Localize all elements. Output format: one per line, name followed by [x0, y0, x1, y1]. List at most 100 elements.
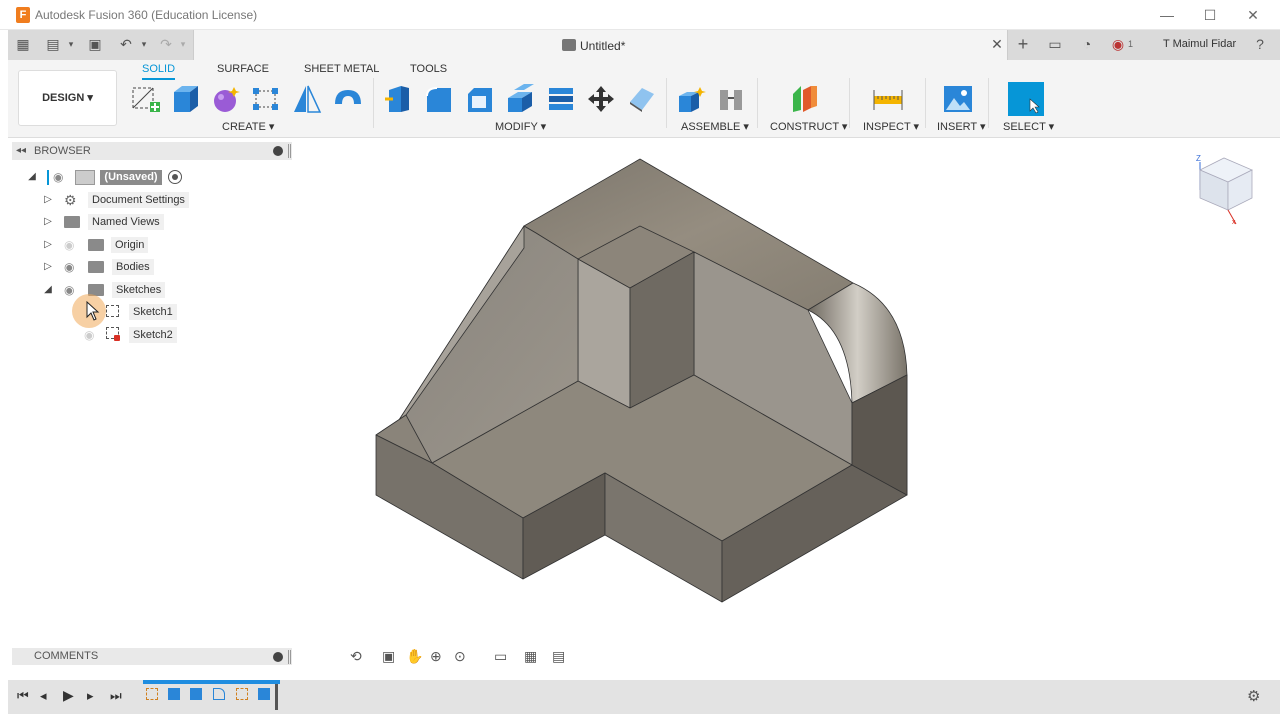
notifications-icon[interactable]: ◉ [1109, 35, 1127, 53]
grid-settings-icon[interactable]: ▦ [524, 648, 537, 665]
activate-radio-icon[interactable] [168, 170, 182, 184]
svg-text:x: x [1232, 219, 1236, 226]
go-to-end-icon[interactable]: ⏭ [110, 688, 122, 704]
maximize-button[interactable]: ☐ [1195, 5, 1225, 25]
timeline-extrude-icon[interactable] [258, 688, 270, 700]
tab-tools[interactable]: TOOLS [410, 63, 447, 75]
combine-icon[interactable] [545, 84, 577, 114]
browser-item-bodies[interactable]: Bodies [112, 259, 154, 275]
mouse-cursor-icon [86, 300, 100, 324]
play-icon[interactable]: ▶ [63, 687, 74, 704]
undo-icon[interactable]: ↶ [117, 35, 135, 53]
insert-menu[interactable]: INSERT ▾ [937, 120, 986, 133]
new-component-icon[interactable] [676, 84, 708, 114]
fusion-logo-icon: F [16, 7, 30, 23]
visibility-eye-icon[interactable]: ◉ [64, 261, 78, 273]
timeline-extrude-icon[interactable] [168, 688, 180, 700]
browser-options-icon[interactable] [273, 146, 283, 156]
minimize-button[interactable]: — [1152, 5, 1182, 25]
assemble-menu[interactable]: ASSEMBLE ▾ [681, 120, 749, 133]
look-at-icon[interactable]: ▣ [382, 648, 395, 665]
viewcube[interactable]: Z x [1190, 152, 1260, 228]
expand-triangle-icon[interactable]: ▷ [43, 261, 53, 273]
browser-item-sketch1[interactable]: Sketch1 [129, 304, 177, 320]
extrude-icon[interactable] [170, 84, 202, 114]
hidden-eye-icon[interactable]: ◉ [84, 329, 98, 341]
move-copy-icon[interactable] [585, 84, 617, 114]
timeline-sketch-icon[interactable] [146, 688, 158, 700]
collapse-triangle-icon[interactable]: ◢ [27, 171, 37, 183]
expand-triangle-icon[interactable]: ▷ [43, 216, 53, 228]
file-dropdown-icon[interactable]: ▾ [62, 35, 80, 53]
expand-triangle-icon[interactable]: ▷ [43, 194, 53, 206]
redo-dropdown-icon[interactable]: ▾ [174, 35, 192, 53]
delete-icon[interactable] [626, 84, 658, 114]
close-tab-icon[interactable]: ✕ [988, 35, 1006, 53]
step-back-icon[interactable]: ◂ [40, 688, 47, 704]
chamfer-icon[interactable] [464, 84, 496, 114]
panel-resize-handle[interactable] [288, 650, 291, 664]
orbit-icon[interactable]: ⟲ [350, 648, 362, 665]
job-status-icon[interactable]: ◔ [1078, 35, 1096, 53]
3d-model-viewport[interactable] [370, 155, 915, 605]
pan-icon[interactable]: ✋ [406, 648, 423, 665]
hidden-eye-icon[interactable]: ◉ [64, 239, 78, 251]
shell-icon[interactable] [504, 84, 536, 114]
timeline-extrude-icon[interactable] [190, 688, 202, 700]
timeline-sketch-icon[interactable] [236, 688, 248, 700]
inspect-menu[interactable]: INSPECT ▾ [863, 120, 919, 133]
user-account[interactable]: T Maimul Fidar [1163, 38, 1236, 50]
timeline-marker[interactable] [275, 684, 278, 710]
tab-sheet-metal[interactable]: SHEET METAL [304, 63, 379, 75]
create-menu[interactable]: CREATE ▾ [222, 120, 274, 133]
fit-icon[interactable]: ⊙ [454, 648, 466, 665]
chat-icon[interactable]: ▭ [1046, 35, 1064, 53]
construct-menu[interactable]: CONSTRUCT ▾ [770, 120, 847, 133]
collapse-triangle-icon[interactable]: ◢ [43, 284, 53, 296]
insert-image-icon[interactable] [942, 84, 974, 114]
browser-item-sketch2[interactable]: Sketch2 [129, 327, 177, 343]
app-grid-icon[interactable]: ▦ [14, 35, 32, 53]
workspace-switcher-button[interactable]: DESIGN ▾ [18, 70, 117, 126]
redo-icon[interactable]: ↷ [157, 35, 175, 53]
file-menu-icon[interactable]: ▤ [44, 35, 62, 53]
browser-item-sketches[interactable]: Sketches [112, 282, 166, 298]
timeline-settings-icon[interactable]: ⚙ [1247, 687, 1260, 705]
collapse-panel-icon[interactable]: ◂◂ [16, 145, 26, 156]
create-form-icon[interactable] [210, 84, 242, 114]
create-sketch-icon[interactable] [130, 84, 162, 114]
new-tab-icon[interactable]: + [1014, 35, 1032, 53]
browser-item-named-views[interactable]: Named Views [88, 214, 164, 230]
tab-surface[interactable]: SURFACE [217, 63, 269, 75]
comments-add-icon[interactable] [273, 652, 283, 662]
measure-icon[interactable] [872, 84, 904, 114]
go-to-start-icon[interactable]: ⏮ [17, 688, 29, 704]
press-pull-icon[interactable] [383, 84, 415, 114]
browser-root-label[interactable]: (Unsaved) [100, 170, 162, 185]
modify-menu[interactable]: MODIFY ▾ [495, 120, 546, 133]
browser-item-origin[interactable]: Origin [111, 237, 149, 253]
fillet-icon[interactable] [423, 84, 455, 114]
panel-resize-handle[interactable] [288, 144, 291, 158]
select-tool-button[interactable] [1008, 82, 1044, 116]
display-settings-icon[interactable]: ▭ [494, 648, 507, 665]
visibility-eye-icon[interactable]: ◉ [53, 171, 67, 183]
browser-item-document-settings[interactable]: Document Settings [88, 192, 189, 208]
select-menu[interactable]: SELECT ▾ [1003, 120, 1054, 133]
viewports-icon[interactable]: ▤ [552, 648, 565, 665]
timeline-fillet-icon[interactable] [213, 688, 225, 700]
undo-dropdown-icon[interactable]: ▾ [135, 35, 153, 53]
rectangle-pattern-icon[interactable] [250, 84, 282, 114]
sweep-icon[interactable] [332, 84, 364, 114]
expand-triangle-icon[interactable]: ▷ [43, 239, 53, 251]
joint-icon[interactable] [716, 84, 748, 114]
zoom-icon[interactable]: ⊕ [430, 648, 442, 665]
mirror-icon[interactable] [291, 84, 323, 114]
visibility-eye-icon[interactable]: ◉ [64, 284, 78, 296]
help-icon[interactable]: ? [1251, 35, 1269, 53]
save-icon[interactable]: ▣ [86, 35, 104, 53]
tab-solid[interactable]: SOLID [142, 63, 176, 80]
offset-plane-icon[interactable] [789, 84, 821, 114]
close-button[interactable]: ✕ [1238, 5, 1268, 25]
step-forward-icon[interactable]: ▸ [87, 688, 94, 704]
